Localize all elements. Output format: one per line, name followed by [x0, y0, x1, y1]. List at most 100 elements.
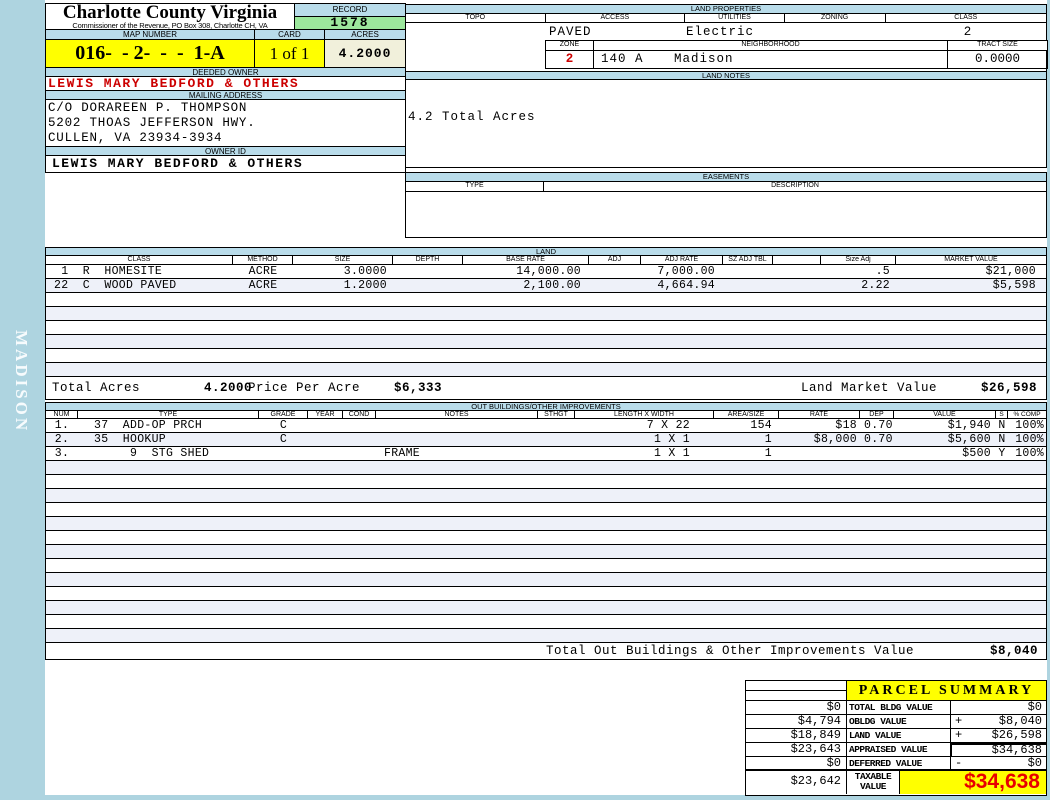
ob-year-cell: [308, 419, 343, 432]
ob-cond-cell: [343, 419, 376, 432]
mailing-address-box: C/O DORAREEN P. THOMPSON 5202 THOAS JEFF…: [45, 99, 406, 147]
land-base-rate-header: BASE RATE: [463, 256, 589, 264]
land-size-cell: 3.0000: [343, 265, 387, 278]
summary-row-obldg: $4,794 OBLDG VALUE + $8,040: [746, 715, 1046, 729]
out-building-row-empty: [46, 503, 1046, 517]
ob-sthgt-header: STHGT: [538, 411, 575, 418]
card-value: 1 of 1: [254, 39, 325, 68]
land-class-cell: 1 R HOMESITE: [54, 265, 163, 278]
land-size-adj-cell: 2.22: [861, 279, 890, 292]
out-building-row-empty: [46, 475, 1046, 489]
ob-s-header: S: [996, 411, 1008, 418]
ob-area-cell: 1: [764, 447, 772, 460]
neighborhood-code: 140 A: [601, 52, 644, 66]
land-properties-section-label: LAND PROPERTIES: [406, 5, 1046, 14]
ob-area-cell: 1: [764, 433, 772, 446]
ob-year-header: YEAR: [308, 411, 343, 418]
summary-row-total-bldg: $0 TOTAL BLDG VALUE $0: [746, 701, 1046, 715]
access-value: PAVED: [549, 25, 592, 39]
record-value: 1578: [294, 16, 406, 30]
total-acres-label: Total Acres: [52, 381, 141, 395]
land-method-cell: ACRE: [248, 279, 278, 292]
land-properties-box: LAND PROPERTIES TOPO ACCESS UTILITIES ZO…: [405, 4, 1048, 168]
summary-current-value: $8,040: [998, 714, 1042, 728]
ob-dep-header: DEP: [860, 411, 894, 418]
land-size-adj-header: Size Adj: [821, 256, 896, 264]
out-building-row-empty: [46, 587, 1046, 601]
utilities-header: UTILITIES: [685, 14, 785, 22]
access-header: ACCESS: [546, 14, 686, 22]
out-building-row-empty: [46, 601, 1046, 615]
deeded-owner-value: LEWIS MARY BEDFORD & OTHERS: [45, 76, 406, 91]
ob-dep-cell: 0.70: [864, 419, 893, 432]
ob-cond-cell: [343, 447, 376, 460]
record-label: RECORD: [294, 3, 406, 17]
land-adj-rate-cell: 4,664.94: [657, 279, 715, 292]
out-buildings-header-row: NUM TYPE GRADE YEAR COND NOTES STHGT LEN…: [46, 411, 1046, 419]
price-per-acre-value: $6,333: [394, 381, 443, 395]
county-title-box: Charlotte County Virginia Commissioner o…: [45, 3, 295, 30]
summary-operator: +: [955, 728, 963, 742]
mailing-address-line: 5202 THOAS JEFFERSON HWY.: [48, 116, 256, 130]
land-class-cell: 22 C WOOD PAVED: [54, 279, 177, 292]
land-blank-cell: [773, 265, 821, 278]
summary-current-value: $0: [1027, 700, 1042, 714]
ob-year-cell: [308, 447, 343, 460]
ob-num-cell: 2.: [54, 433, 70, 446]
ob-sthgt-cell: [538, 419, 575, 432]
land-adj-rate-cell: 7,000.00: [657, 265, 715, 278]
land-market-value-label: Land Market Value: [801, 381, 938, 395]
land-row-empty: [46, 363, 1046, 377]
land-adj-header: ADJ: [589, 256, 641, 264]
land-row-empty: [46, 321, 1046, 335]
acres-value: 4.2000: [324, 39, 406, 68]
zone-label: ZONE: [546, 41, 594, 50]
ob-grade-cell: C: [279, 433, 288, 446]
ob-notes-header: NOTES: [376, 411, 538, 418]
ob-lxw-header: LENGTH X WIDTH: [575, 411, 714, 418]
land-size-header: SIZE: [293, 256, 393, 264]
ob-area-header: AREA/SIZE: [714, 411, 779, 418]
summary-row-label: TOTAL BLDG VALUE: [847, 701, 951, 714]
ob-notes-cell: [376, 419, 538, 432]
summary-operator: -: [955, 756, 963, 770]
ob-num-cell: 3.: [54, 447, 70, 460]
land-header-row: CLASS METHOD SIZE DEPTH BASE RATE ADJ AD…: [46, 256, 1046, 265]
land-sz-adj-tbl-cell: [723, 265, 773, 278]
class-value: 2: [963, 25, 972, 39]
ob-value-cell: $5,600: [947, 433, 991, 446]
out-building-row-empty: [46, 573, 1046, 587]
summary-row-label: DEFERRED VALUE: [847, 757, 951, 769]
land-base-rate-cell: 14,000.00: [516, 265, 581, 278]
land-depth-cell: [393, 265, 463, 278]
land-table: LAND CLASS METHOD SIZE DEPTH BASE RATE A…: [45, 247, 1047, 400]
ob-comp-header: % COMP: [1013, 411, 1041, 418]
ob-comp-cell: 100%: [1015, 447, 1044, 460]
out-buildings-table: OUT BUILDINGS/OTHER IMPROVEMENTS NUM TYP…: [45, 402, 1047, 660]
land-market-value-header: MARKET VALUE: [944, 256, 998, 263]
parcel-summary: PARCEL SUMMARY $0 TOTAL BLDG VALUE $0 $4…: [745, 680, 1047, 796]
county-title: Charlotte County Virginia: [62, 3, 278, 23]
ob-sthgt-cell: [538, 433, 575, 446]
ob-lxw-cell: 7 X 22: [646, 419, 690, 432]
land-base-rate-cell: 2,100.00: [523, 279, 581, 292]
easement-description-label: DESCRIPTION: [771, 182, 819, 189]
summary-taxable-value: $34,638: [900, 771, 1046, 794]
summary-current-value: $26,598: [991, 728, 1042, 742]
ob-grade-cell: C: [279, 419, 288, 432]
ob-sthgt-cell: [538, 447, 575, 460]
ob-dep-cell: 0.70: [864, 433, 893, 446]
land-section-label: LAND: [46, 248, 1046, 256]
land-row-empty: [46, 293, 1046, 307]
summary-row-label: OBLDG VALUE: [847, 715, 951, 728]
summary-taxable-label: TAXABLE VALUE: [847, 771, 900, 794]
neighborhood-cell: 140 A Madison: [594, 51, 948, 68]
land-adj-rate-header: ADJ RATE: [641, 256, 723, 264]
land-depth-cell: [393, 279, 463, 292]
out-building-row-empty: [46, 531, 1046, 545]
land-blank-cell: [773, 279, 821, 292]
class-header: CLASS: [954, 14, 978, 21]
parcel-summary-title: PARCEL SUMMARY: [847, 681, 1046, 700]
out-building-row: 2. 35 HOOKUP C 1 X 1 1 $8,000 0.70 $5,60…: [46, 433, 1046, 447]
summary-current-value: $0: [1027, 756, 1042, 770]
